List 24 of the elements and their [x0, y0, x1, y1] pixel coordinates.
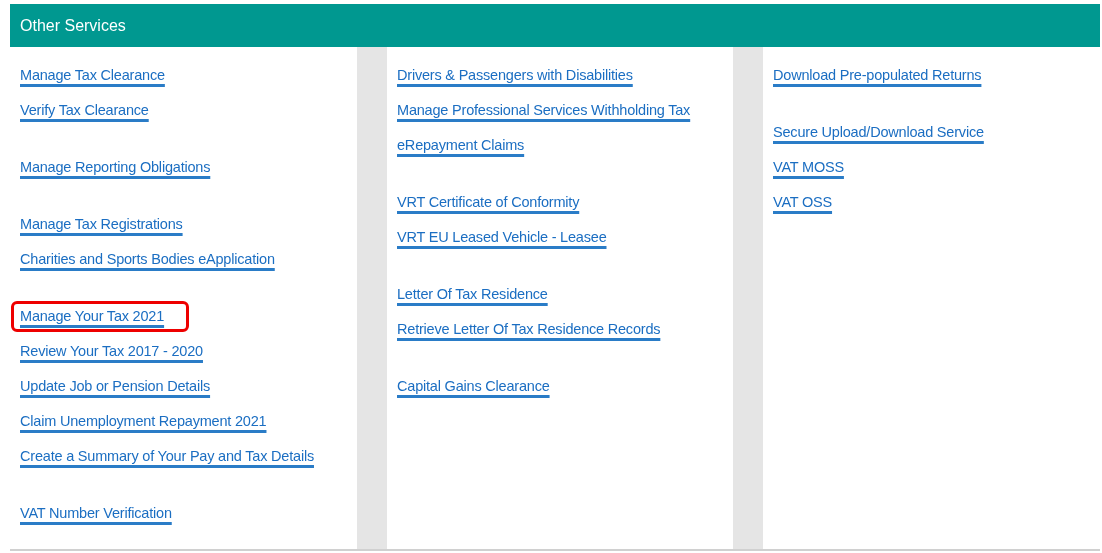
service-link[interactable]: Claim Unemployment Repayment 2021: [11, 406, 292, 437]
service-link[interactable]: Capital Gains Clearance: [388, 371, 575, 402]
service-link[interactable]: Create a Summary of Your Pay and Tax Details: [11, 441, 339, 472]
service-link[interactable]: Charities and Sports Bodies eApplication: [11, 244, 300, 275]
service-link[interactable]: Verify Tax Clearance: [11, 95, 174, 126]
service-link[interactable]: Manage Reporting Obligations: [11, 152, 236, 183]
service-link[interactable]: VRT EU Leased Vehicle - Leasee: [388, 222, 632, 253]
service-link[interactable]: Manage Tax Clearance: [11, 60, 190, 91]
service-link[interactable]: Download Pre-populated Returns: [764, 60, 1007, 91]
service-link[interactable]: VAT Number Verification: [11, 498, 197, 529]
service-link[interactable]: Retrieve Letter Of Tax Residence Records: [388, 314, 686, 345]
service-link[interactable]: Secure Upload/Download Service: [764, 117, 1009, 148]
service-link[interactable]: Letter Of Tax Residence: [388, 279, 573, 310]
service-link[interactable]: VAT OSS: [764, 187, 858, 218]
service-link[interactable]: VAT MOSS: [764, 152, 869, 183]
panel-title: Other Services: [20, 16, 126, 35]
service-link[interactable]: Drivers & Passengers with Disabilities: [388, 60, 658, 91]
service-link[interactable]: Manage Your Tax 2021: [11, 301, 190, 332]
service-link[interactable]: eRepayment Claims: [388, 130, 550, 161]
service-link[interactable]: Review Your Tax 2017 - 2020: [11, 336, 228, 367]
service-link[interactable]: Manage Professional Services Withholding Tax: [388, 95, 716, 126]
service-link[interactable]: Update Job or Pension Details: [11, 371, 236, 402]
service-link[interactable]: Manage Tax Registrations: [11, 209, 208, 240]
service-link[interactable]: VRT Certificate of Conformity: [388, 187, 605, 218]
